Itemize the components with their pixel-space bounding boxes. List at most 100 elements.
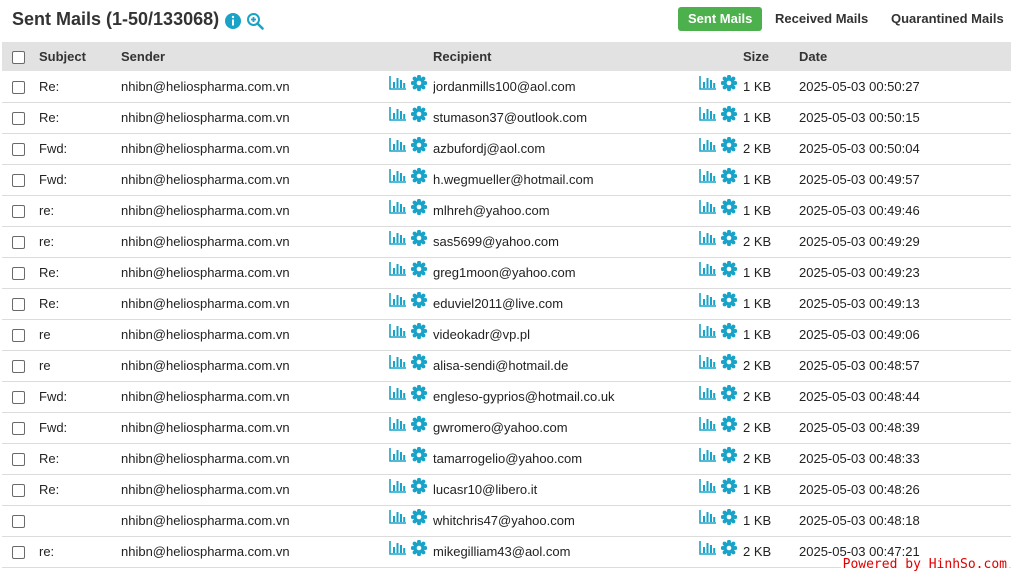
tab-quarantined-mails[interactable]: Quarantined Mails: [891, 7, 1004, 31]
sender-cell[interactable]: nhibn@heliospharma.com.vn: [121, 350, 347, 381]
table-row[interactable]: Re: nhibn@heliospharma.com.vn stumason37@o…: [2, 102, 1011, 133]
bar-chart-icon[interactable]: [699, 354, 716, 369]
row-checkbox[interactable]: [12, 80, 25, 94]
gear-icon[interactable]: [410, 415, 428, 432]
subject-cell[interactable]: Fwd:: [39, 164, 121, 195]
table-row[interactable]: Re: nhibn@heliospharma.com.vn greg1moon@ya…: [2, 257, 1011, 288]
gear-icon[interactable]: [720, 353, 738, 370]
column-header-size[interactable]: Size: [743, 42, 799, 71]
bar-chart-icon[interactable]: [699, 261, 716, 276]
recipient-cell[interactable]: engleso-gyprios@hotmail.co.uk: [433, 381, 653, 412]
subject-cell[interactable]: re:: [39, 195, 121, 226]
gear-icon[interactable]: [410, 322, 428, 339]
gear-icon[interactable]: [720, 446, 738, 463]
sender-cell[interactable]: nhibn@heliospharma.com.vn: [121, 536, 347, 567]
table-row[interactable]: Re: nhibn@heliospharma.com.vn tamarrogelio…: [2, 443, 1011, 474]
subject-cell[interactable]: re: [39, 350, 121, 381]
sender-cell[interactable]: nhibn@heliospharma.com.vn: [121, 71, 347, 102]
bar-chart-icon[interactable]: [699, 75, 716, 90]
gear-icon[interactable]: [720, 229, 738, 246]
subject-cell[interactable]: Re:: [39, 474, 121, 505]
table-row[interactable]: re nhibn@heliospharma.com.vn videokadr@vp.…: [2, 319, 1011, 350]
sender-cell[interactable]: nhibn@heliospharma.com.vn: [121, 133, 347, 164]
row-checkbox[interactable]: [12, 484, 25, 498]
row-checkbox[interactable]: [12, 515, 25, 529]
row-checkbox[interactable]: [12, 267, 25, 281]
subject-cell[interactable]: Re:: [39, 288, 121, 319]
subject-cell[interactable]: re: [39, 319, 121, 350]
bar-chart-icon[interactable]: [699, 199, 716, 214]
sender-cell[interactable]: nhibn@heliospharma.com.vn: [121, 226, 347, 257]
sender-cell[interactable]: nhibn@heliospharma.com.vn: [121, 195, 347, 226]
gear-icon[interactable]: [410, 291, 428, 308]
tab-received-mails[interactable]: Received Mails: [775, 7, 868, 31]
subject-cell[interactable]: Re:: [39, 257, 121, 288]
recipient-cell[interactable]: mlhreh@yahoo.com: [433, 195, 653, 226]
bar-chart-icon[interactable]: [389, 106, 406, 121]
gear-icon[interactable]: [410, 74, 428, 91]
table-row[interactable]: Fwd: nhibn@heliospharma.com.vn gwromero@ya…: [2, 412, 1011, 443]
gear-icon[interactable]: [720, 384, 738, 401]
bar-chart-icon[interactable]: [389, 478, 406, 493]
bar-chart-icon[interactable]: [389, 261, 406, 276]
recipient-cell[interactable]: h.wegmueller@hotmail.com: [433, 164, 653, 195]
bar-chart-icon[interactable]: [699, 323, 716, 338]
subject-cell[interactable]: Re:: [39, 443, 121, 474]
gear-icon[interactable]: [720, 539, 738, 556]
bar-chart-icon[interactable]: [389, 354, 406, 369]
bar-chart-icon[interactable]: [699, 292, 716, 307]
row-checkbox[interactable]: [12, 174, 25, 188]
gear-icon[interactable]: [720, 74, 738, 91]
table-row[interactable]: Re: nhibn@heliospharma.com.vn eduviel2011@…: [2, 288, 1011, 319]
row-checkbox[interactable]: [12, 391, 25, 405]
column-header-recipient[interactable]: Recipient: [433, 42, 653, 71]
gear-icon[interactable]: [410, 167, 428, 184]
recipient-cell[interactable]: sas5699@yahoo.com: [433, 226, 653, 257]
sender-cell[interactable]: nhibn@heliospharma.com.vn: [121, 474, 347, 505]
subject-cell[interactable]: Re:: [39, 71, 121, 102]
table-row[interactable]: re: nhibn@heliospharma.com.vn mlhreh@yahoo…: [2, 195, 1011, 226]
row-checkbox[interactable]: [12, 143, 25, 157]
bar-chart-icon[interactable]: [699, 106, 716, 121]
recipient-cell[interactable]: videokadr@vp.pl: [433, 319, 653, 350]
bar-chart-icon[interactable]: [389, 385, 406, 400]
recipient-cell[interactable]: eduviel2011@live.com: [433, 288, 653, 319]
sender-cell[interactable]: nhibn@heliospharma.com.vn: [121, 412, 347, 443]
gear-icon[interactable]: [720, 415, 738, 432]
gear-icon[interactable]: [410, 384, 428, 401]
row-checkbox[interactable]: [12, 546, 25, 560]
gear-icon[interactable]: [720, 322, 738, 339]
subject-cell[interactable]: re:: [39, 226, 121, 257]
sender-cell[interactable]: nhibn@heliospharma.com.vn: [121, 381, 347, 412]
sender-cell[interactable]: nhibn@heliospharma.com.vn: [121, 164, 347, 195]
bar-chart-icon[interactable]: [699, 168, 716, 183]
column-header-date[interactable]: Date: [799, 42, 1011, 71]
table-row[interactable]: Re: nhibn@heliospharma.com.vn lucasr10@lib…: [2, 474, 1011, 505]
bar-chart-icon[interactable]: [389, 509, 406, 524]
table-row[interactable]: re nhibn@heliospharma.com.vn alisa-sendi@h…: [2, 350, 1011, 381]
table-row[interactable]: re: nhibn@heliospharma.com.vn sas5699@yaho…: [2, 226, 1011, 257]
bar-chart-icon[interactable]: [389, 292, 406, 307]
recipient-cell[interactable]: mikegilliam43@aol.com: [433, 536, 653, 567]
gear-icon[interactable]: [410, 105, 428, 122]
sender-cell[interactable]: nhibn@heliospharma.com.vn: [121, 102, 347, 133]
subject-cell[interactable]: re:: [39, 536, 121, 567]
zoom-in-icon[interactable]: [246, 12, 264, 30]
subject-cell[interactable]: Re:: [39, 102, 121, 133]
table-row[interactable]: Re: nhibn@heliospharma.com.vn jordanmills1…: [2, 71, 1011, 102]
info-circle-icon[interactable]: [224, 12, 242, 30]
row-checkbox[interactable]: [12, 112, 25, 126]
subject-cell[interactable]: Fwd:: [39, 133, 121, 164]
sender-cell[interactable]: nhibn@heliospharma.com.vn: [121, 505, 347, 536]
recipient-cell[interactable]: azbufordj@aol.com: [433, 133, 653, 164]
gear-icon[interactable]: [410, 539, 428, 556]
select-all-checkbox[interactable]: [12, 51, 25, 65]
recipient-cell[interactable]: greg1moon@yahoo.com: [433, 257, 653, 288]
gear-icon[interactable]: [410, 446, 428, 463]
bar-chart-icon[interactable]: [389, 416, 406, 431]
sender-cell[interactable]: nhibn@heliospharma.com.vn: [121, 288, 347, 319]
sender-cell[interactable]: nhibn@heliospharma.com.vn: [121, 257, 347, 288]
table-row[interactable]: nhibn@heliospharma.com.vn whitchris47@yah…: [2, 505, 1011, 536]
column-header-subject[interactable]: Subject: [39, 42, 121, 71]
subject-cell[interactable]: [39, 505, 121, 536]
